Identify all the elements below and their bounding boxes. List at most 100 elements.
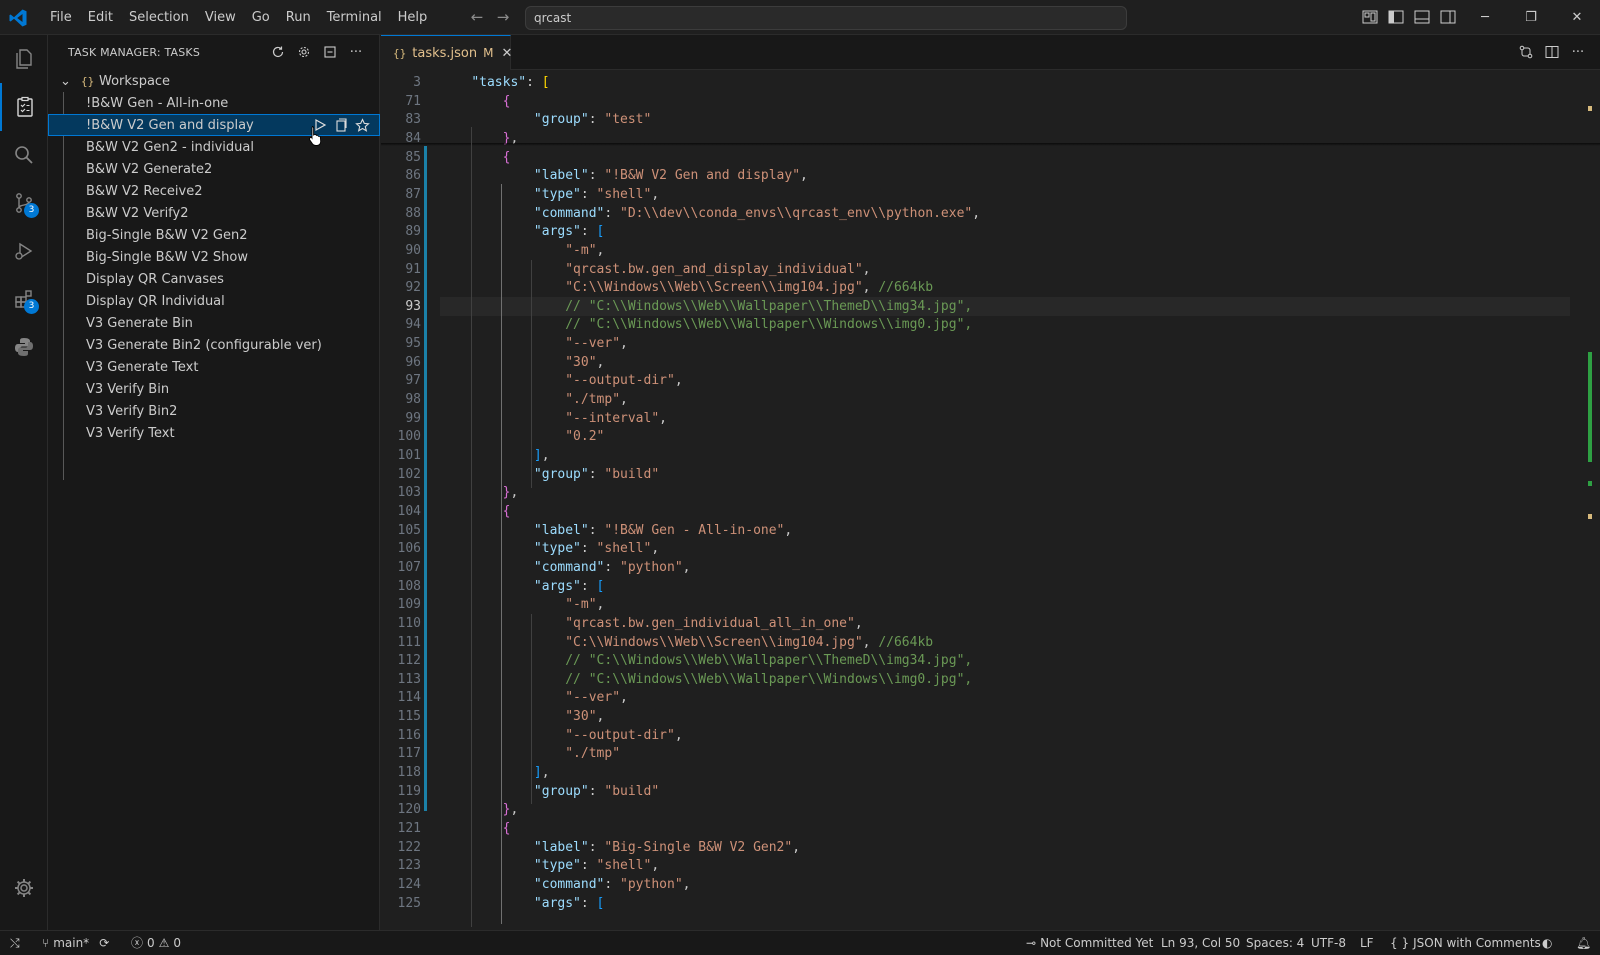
code-line: 91 "qrcast.bw.gen_and_display_individual… — [381, 260, 1600, 279]
source-control-icon: ⑂ — [42, 936, 50, 950]
gear-icon[interactable] — [0, 864, 48, 912]
open-definition-icon[interactable] — [333, 117, 349, 133]
task-item[interactable]: V3 Verify Text — [48, 422, 380, 444]
vscode-logo-icon — [9, 9, 27, 27]
line-content: "qrcast.bw.gen_and_display_individual", — [440, 260, 1570, 279]
code-token: : — [580, 186, 597, 202]
toggle-panel-icon[interactable] — [1413, 8, 1431, 26]
task-item[interactable]: V3 Generate Text — [48, 356, 380, 378]
code-line: 98 "./tmp", — [381, 390, 1600, 409]
menu-help[interactable]: Help — [390, 10, 436, 25]
line-number: 87 — [405, 186, 421, 202]
more-actions-icon[interactable]: ··· — [1570, 44, 1586, 60]
line-content: "0.2" — [440, 427, 1570, 446]
encoding[interactable]: UTF-8 — [1311, 931, 1346, 955]
task-item[interactable]: Big-Single B&W V2 Show — [48, 246, 380, 268]
toggle-secondary-sidebar-icon[interactable] — [1439, 8, 1457, 26]
restore-button[interactable]: ❐ — [1508, 0, 1554, 35]
remote-icon[interactable]: ⤭ — [10, 931, 20, 955]
settings-icon[interactable] — [295, 43, 313, 61]
blame-indicator[interactable]: ⊸ Not Committed Yet — [1026, 931, 1153, 955]
task-item[interactable]: Big-Single B&W V2 Gen2 — [48, 224, 380, 246]
line-content: "group": "test" — [440, 110, 1570, 129]
menu-go[interactable]: Go — [244, 10, 278, 25]
line-content: "args": [ — [440, 222, 1570, 241]
menu-file[interactable]: File — [42, 10, 80, 25]
theme-toggle-icon[interactable]: ◐ — [1542, 931, 1552, 955]
code-token: { — [502, 149, 511, 165]
code-token: "--output-dir" — [565, 727, 675, 743]
task-item[interactable]: B&W V2 Gen2 - individual — [48, 136, 380, 158]
problems-indicator[interactable]: ⓧ 0 ⚠ 0 — [131, 931, 181, 955]
minimize-button[interactable]: ─ — [1462, 0, 1508, 35]
forward-arrow-icon[interactable]: → — [495, 9, 511, 25]
line-number: 88 — [405, 205, 421, 221]
split-editor-icon[interactable] — [1544, 44, 1560, 60]
explorer-icon[interactable] — [0, 35, 48, 83]
code-token: : — [588, 466, 605, 482]
task-item[interactable]: Display QR Canvases — [48, 268, 380, 290]
extensions-icon[interactable]: 3 — [0, 275, 48, 323]
json-braces-icon: {} — [81, 74, 95, 88]
code-token: "--interval" — [565, 410, 660, 426]
task-item[interactable]: V3 Verify Bin2 — [48, 400, 380, 422]
collapse-all-icon[interactable] — [321, 43, 339, 61]
python-icon[interactable] — [0, 323, 48, 371]
refresh-icon[interactable] — [269, 43, 287, 61]
task-item[interactable]: B&W V2 Generate2 — [48, 158, 380, 180]
toggle-primary-sidebar-icon[interactable] — [1387, 8, 1405, 26]
task-label: V3 Generate Bin2 (configurable ver) — [86, 337, 322, 353]
language-mode[interactable]: { } JSON with Comments — [1390, 931, 1541, 955]
task-item[interactable]: V3 Verify Bin — [48, 378, 380, 400]
cursor-position[interactable]: Ln 93, Col 50 — [1161, 931, 1240, 955]
star-icon[interactable] — [354, 117, 370, 133]
line-number: 121 — [397, 821, 421, 836]
task-item[interactable]: B&W V2 Receive2 — [48, 180, 380, 202]
task-item[interactable]: V3 Generate Bin2 (configurable ver) — [48, 334, 380, 356]
menu-run[interactable]: Run — [278, 10, 319, 25]
menu-edit[interactable]: Edit — [80, 10, 121, 25]
code-token: //664kb — [878, 280, 934, 296]
code-token: "!B&W V2 Gen and display" — [604, 168, 801, 184]
menu-view[interactable]: View — [197, 10, 244, 25]
task-item[interactable]: Display QR Individual — [48, 290, 380, 312]
close-icon[interactable]: ✕ — [501, 46, 512, 61]
task-item[interactable]: B&W V2 Verify2 — [48, 202, 380, 224]
code-line: 124 "command": "python", — [381, 875, 1600, 894]
branch-indicator[interactable]: ⑂ main* ⟳ — [42, 931, 109, 955]
modified-lines-gutter — [424, 146, 427, 811]
source-control-icon[interactable]: 3 — [0, 179, 48, 227]
code-editor[interactable]: 3 "tasks": [71 {83 "group": "test" 84 }, 8… — [381, 70, 1600, 930]
code-token: , — [620, 392, 628, 408]
end-of-line[interactable]: LF — [1360, 931, 1374, 955]
more-actions-icon[interactable]: ··· — [347, 43, 365, 61]
task-manager-icon[interactable] — [0, 83, 48, 131]
menu-selection[interactable]: Selection — [121, 10, 197, 25]
language-label: JSON with Comments — [1413, 936, 1541, 950]
workspace-node[interactable]: ⌄ {} Workspace — [48, 70, 380, 92]
menu-terminal[interactable]: Terminal — [319, 10, 390, 25]
code-token: "D:\\dev\\conda_envs\\qrcast_env\\python… — [620, 205, 973, 221]
search-icon[interactable] — [0, 131, 48, 179]
task-item[interactable]: V3 Generate Bin — [48, 312, 380, 334]
code-token: : — [580, 895, 597, 911]
compare-changes-icon[interactable] — [1518, 44, 1534, 60]
task-item[interactable]: !B&W V2 Gen and display — [48, 114, 380, 136]
indentation[interactable]: Spaces: 4 — [1246, 931, 1304, 955]
code-token: "test" — [604, 112, 652, 128]
close-window-button[interactable]: ✕ — [1554, 0, 1600, 35]
command-center-search[interactable]: qrcast — [525, 6, 1127, 30]
tab-tasks-json[interactable]: {} tasks.json M ✕ — [381, 35, 512, 70]
customize-layout-icon[interactable] — [1361, 8, 1379, 26]
back-arrow-icon[interactable]: ← — [469, 9, 485, 25]
bell-icon[interactable]: 🔔︎ — [1576, 931, 1591, 955]
code-token: : — [588, 783, 605, 799]
run-debug-icon[interactable] — [0, 227, 48, 275]
line-number: 119 — [397, 783, 421, 799]
task-item[interactable]: !B&W Gen - All-in-one — [48, 92, 380, 114]
